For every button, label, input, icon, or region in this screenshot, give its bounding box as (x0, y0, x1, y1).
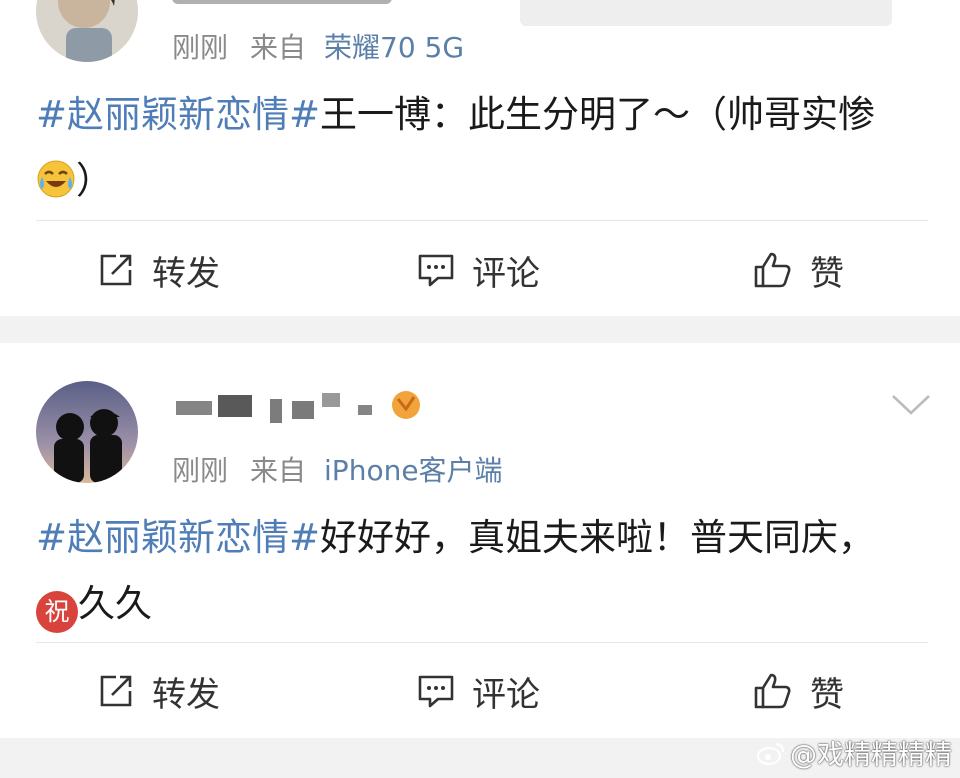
user-avatar[interactable] (36, 381, 138, 483)
repost-button[interactable]: 转发 (96, 240, 220, 300)
post-meta: 刚刚 来自 荣耀70 5G (172, 26, 464, 66)
divider (36, 642, 928, 643)
comment-icon (418, 675, 454, 708)
hashtag-link[interactable]: #赵丽颖新恋情# (36, 93, 320, 136)
comment-button[interactable]: 评论 (416, 661, 540, 721)
repost-icon (100, 254, 132, 286)
weibo-post-card: 刚刚 来自 荣耀70 5G #赵丽颖新恋情#王一博：此生分明了～（帅哥实惨 ） 转发 (0, 0, 960, 316)
blurred-region (520, 0, 892, 30)
comment-label: 评论 (472, 674, 540, 715)
blessing-emoji-icon: 祝 (36, 591, 78, 633)
like-label: 赞 (810, 674, 844, 715)
repost-button[interactable]: 转发 (96, 661, 220, 721)
post-text: 王一博：此生分明了～（帅哥实惨 (320, 93, 876, 136)
comment-icon (418, 254, 454, 287)
user-avatar[interactable] (36, 0, 138, 62)
weibo-logo-icon (757, 742, 784, 765)
repost-label: 转发 (152, 253, 220, 294)
post-text-end: 久久 (78, 582, 152, 625)
like-button[interactable]: 赞 (752, 240, 844, 300)
from-label: 来自 (250, 454, 307, 487)
post-time: 刚刚 (172, 31, 229, 64)
like-button[interactable]: 赞 (752, 661, 844, 721)
comment-button[interactable]: 评论 (416, 240, 540, 300)
repost-icon (100, 675, 132, 707)
post-time: 刚刚 (172, 454, 229, 487)
post-meta: 刚刚 来自 iPhone客户端 (172, 449, 503, 489)
action-bar: 转发 评论 赞 (0, 661, 960, 721)
laugh-cry-emoji-icon (36, 154, 76, 220)
divider (36, 220, 928, 221)
from-label: 来自 (250, 31, 307, 64)
hashtag-link[interactable]: #赵丽颖新恋情# (36, 516, 320, 559)
thumbs-up-icon (754, 673, 791, 709)
post-content: #赵丽颖新恋情#好好好，真姐夫来啦！普天同庆， 祝久久 (36, 505, 936, 637)
weibo-post-card: 刚刚 来自 iPhone客户端 #赵丽颖新恋情#好好好，真姐夫来啦！普天同庆， 祝久… (0, 343, 960, 738)
post-source[interactable]: 荣耀70 5G (324, 31, 464, 64)
chevron-down-icon[interactable] (890, 393, 932, 421)
post-content: #赵丽颖新恋情#王一博：此生分明了～（帅哥实惨 ） (36, 82, 936, 220)
username-blurred (172, 0, 412, 20)
like-label: 赞 (810, 253, 844, 294)
weibo-watermark: @戏精精精精 (756, 733, 952, 772)
post-text-end: ） (76, 159, 113, 202)
action-bar: 转发 评论 赞 (0, 240, 960, 300)
comment-label: 评论 (472, 253, 540, 294)
thumbs-up-icon (754, 252, 791, 288)
username-blurred (172, 387, 432, 427)
watermark-text: @戏精精精精 (790, 740, 952, 771)
post-source[interactable]: iPhone客户端 (324, 454, 503, 487)
repost-label: 转发 (152, 674, 220, 715)
post-text: 好好好，真姐夫来啦！普天同庆， (320, 516, 876, 559)
